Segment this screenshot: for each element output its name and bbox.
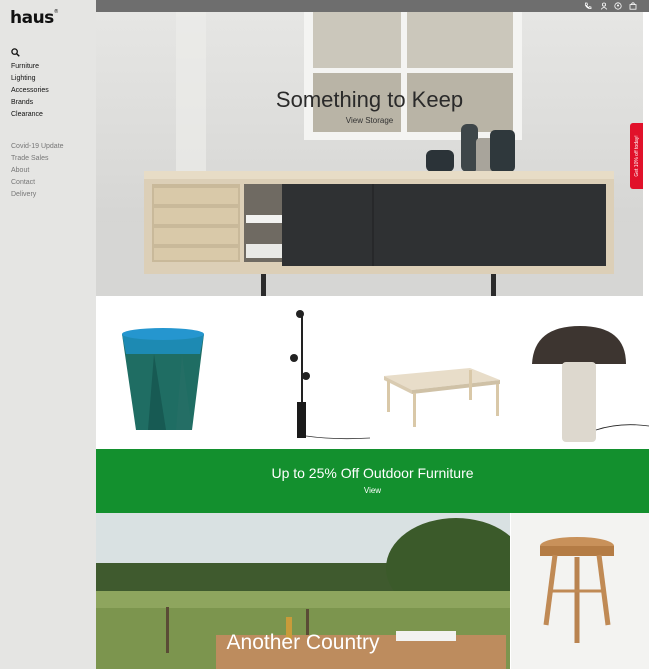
hero-banner[interactable]: Something to Keep View Storage <box>96 12 643 296</box>
nav-item-covid-update[interactable]: Covid-19 Update <box>11 141 64 153</box>
account-icon[interactable] <box>600 2 608 10</box>
promo-title: Up to 25% Off Outdoor Furniture <box>271 465 474 481</box>
top-utility-bar <box>96 0 649 12</box>
sidebar: haus® Furniture Lighting Accessories Bra… <box>0 0 96 669</box>
secondary-nav: Covid-19 Update Trade Sales About Contac… <box>11 141 64 201</box>
logo-trademark: ® <box>53 9 59 15</box>
stool-image <box>540 537 614 643</box>
product-row <box>96 296 649 449</box>
promo-view-link[interactable]: View <box>96 486 649 495</box>
nav-item-about[interactable]: About <box>11 165 64 177</box>
logo-text: haus <box>10 8 54 28</box>
bin-image[interactable] <box>96 296 234 449</box>
another-country-feature[interactable]: Another Country <box>96 513 510 669</box>
nav-item-trade-sales[interactable]: Trade Sales <box>11 153 64 165</box>
location-icon[interactable] <box>614 2 622 10</box>
nav-item-clearance[interactable]: Clearance <box>11 109 49 121</box>
main-nav: Furniture Lighting Accessories Brands Cl… <box>11 61 49 121</box>
hero-scene <box>96 12 643 296</box>
stool-product-tile[interactable] <box>511 513 649 669</box>
hero-view-storage-link[interactable]: View Storage <box>96 116 643 125</box>
outdoor-promo-banner[interactable]: Up to 25% Off Outdoor Furniture View <box>96 449 649 513</box>
discount-side-tab-label: Get 10% off today! <box>633 135 640 177</box>
nav-item-contact[interactable]: Contact <box>11 177 64 189</box>
hero-title: Something to Keep <box>275 87 464 112</box>
nav-item-brands[interactable]: Brands <box>11 97 49 109</box>
discount-side-tab[interactable]: Get 10% off today! <box>630 123 643 189</box>
phone-icon[interactable] <box>584 2 592 10</box>
table-lamp-image[interactable] <box>510 296 649 449</box>
nav-item-delivery[interactable]: Delivery <box>11 189 64 201</box>
nav-item-accessories[interactable]: Accessories <box>11 85 49 97</box>
table-image[interactable] <box>372 296 510 449</box>
search-icon[interactable] <box>11 48 20 57</box>
floor-lamp-image[interactable] <box>234 296 372 449</box>
nav-item-lighting[interactable]: Lighting <box>11 73 49 85</box>
nav-item-furniture[interactable]: Furniture <box>11 61 49 73</box>
haus-logo[interactable]: haus® <box>10 8 59 28</box>
feature-title: Another Country <box>226 631 380 654</box>
bag-icon[interactable] <box>629 2 637 10</box>
